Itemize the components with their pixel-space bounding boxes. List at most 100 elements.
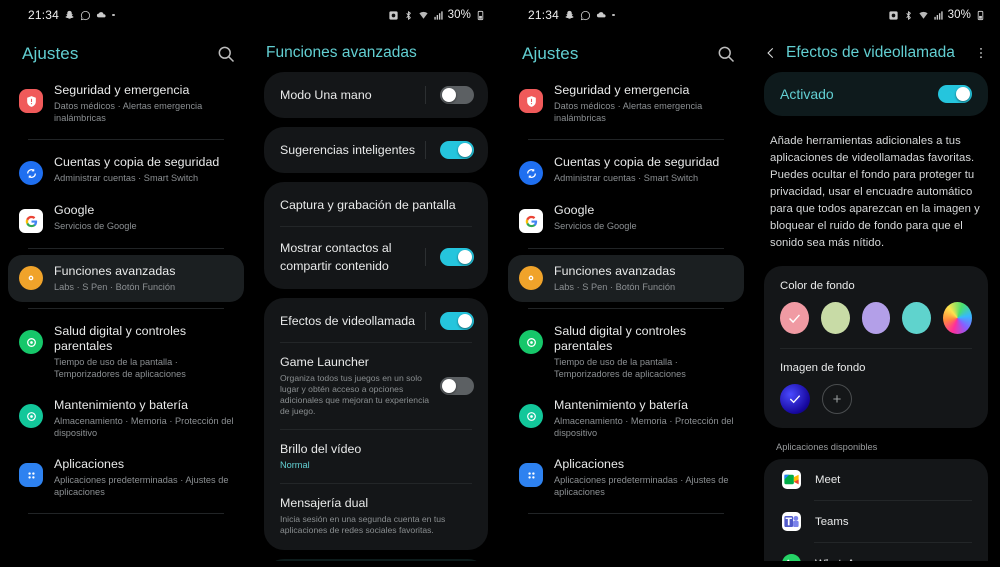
sidebar-item-title: Cuentas y copia de seguridad	[54, 155, 220, 169]
google-icon	[19, 209, 43, 233]
swatch-pink[interactable]	[780, 302, 809, 334]
card-smart-suggestions: Sugerencias inteligentes	[264, 127, 488, 173]
sidebar-item-subtitle: Administrar cuentas · Smart Switch	[554, 173, 699, 183]
toggle-separator	[425, 141, 426, 159]
list-divider	[528, 308, 724, 309]
sync-icon	[519, 161, 543, 185]
status-bar-clock: 21:34	[528, 8, 560, 22]
search-icon[interactable]	[716, 44, 736, 64]
sidebar-item-aplicaciones[interactable]: Aplicaciones Aplicaciones predeterminada…	[508, 448, 744, 507]
row-mostrar-contactos[interactable]: Mostrar contactos al compartir contenido	[264, 227, 488, 287]
sidebar-item-title: Cuentas y copia de seguridad	[554, 155, 720, 169]
snapchat-icon	[564, 10, 575, 21]
split-columns-right-phone: Ajustes Seguridad y emergencia Datos méd…	[500, 30, 1000, 567]
add-background-image-button[interactable]: +	[822, 384, 852, 414]
card-one-handed-mode: Modo Una mano	[264, 72, 488, 118]
sidebar-item-mantenimiento[interactable]: Mantenimiento y batería Almacenamiento ·…	[8, 389, 244, 448]
sidebar-item-title: Google	[54, 203, 95, 217]
row-title: Captura y grabación de pantalla	[280, 198, 456, 212]
sidebar-item-aplicaciones[interactable]: Aplicaciones Aplicaciones predeterminada…	[8, 448, 244, 507]
toggle-mostrar-contactos[interactable]	[440, 248, 474, 266]
swatch-purple[interactable]	[861, 302, 891, 334]
sidebar-item-subtitle: Datos médicos · Alertas emergencia inalá…	[554, 101, 703, 123]
master-toggle-card[interactable]: Activado	[764, 72, 988, 116]
app-row-teams[interactable]: Teams	[764, 501, 988, 542]
sidebar-item-title: Seguridad y emergencia	[554, 83, 690, 97]
sidebar-item-seguridad[interactable]: Seguridad y emergencia Datos médicos · A…	[8, 74, 244, 133]
row-subtitle: Inicia sesión en una segunda cuenta en t…	[280, 514, 446, 535]
bottom-clip	[500, 561, 1000, 567]
page-title: Ajustes	[22, 44, 79, 63]
app-row-meet[interactable]: Meet	[764, 459, 988, 500]
status-bar-right: 30%	[888, 9, 986, 21]
row-modo-una-mano[interactable]: Modo Una mano	[264, 74, 488, 116]
sidebar-item-salud-digital[interactable]: Salud digital y controles parentales Tie…	[508, 315, 744, 389]
app-name: Meet	[815, 473, 841, 486]
sidebar-item-salud-digital[interactable]: Salud digital y controles parentales Tie…	[8, 315, 244, 389]
swatch-gradient[interactable]	[943, 302, 972, 334]
list-divider	[28, 139, 224, 140]
row-title: Efectos de videollamada	[280, 314, 416, 328]
row-game-launcher[interactable]: Game Launcher Organiza todos tus juegos …	[264, 343, 488, 429]
sidebar-item-subtitle: Aplicaciones predeterminadas · Ajustes d…	[54, 475, 229, 497]
video-effects-header: Efectos de videollamada	[752, 38, 1000, 72]
app-name: Teams	[815, 515, 849, 528]
sync-icon	[19, 161, 43, 185]
bottom-clip	[0, 561, 500, 567]
sidebar-item-seguridad[interactable]: Seguridad y emergencia Datos médicos · A…	[508, 74, 744, 133]
whatsapp-icon	[80, 10, 91, 21]
sidebar-item-funciones-avanzadas[interactable]: Funciones avanzadas Labs · S Pen · Botón…	[508, 255, 744, 302]
swatch-teal[interactable]	[902, 302, 932, 334]
battery-icon	[975, 10, 986, 21]
row-captura-grabacion[interactable]: Captura y grabación de pantalla	[264, 184, 488, 226]
alarm-icon	[388, 10, 399, 21]
signal-icon	[933, 10, 944, 21]
search-icon[interactable]	[216, 44, 236, 64]
sidebar-item-google[interactable]: Google Servicios de Google	[8, 194, 244, 242]
toggle-game-launcher[interactable]	[440, 377, 474, 395]
sidebar-item-subtitle: Almacenamiento · Memoria · Protección de…	[54, 416, 234, 438]
sidebar-item-subtitle: Datos médicos · Alertas emergencia inalá…	[54, 101, 203, 123]
sidebar-item-funciones-avanzadas[interactable]: Funciones avanzadas Labs · S Pen · Botón…	[8, 255, 244, 302]
list-divider	[28, 513, 224, 514]
row-brillo-video[interactable]: Brillo del vídeo Normal	[264, 430, 488, 483]
available-apps-card: Meet Teams WhatsApp	[764, 459, 988, 567]
swatch-green[interactable]	[820, 302, 850, 334]
battery-icon	[475, 10, 486, 21]
sidebar-item-title: Google	[554, 203, 595, 217]
sidebar-item-title: Aplicaciones	[554, 457, 625, 471]
row-efectos-videollamada[interactable]: Efectos de videollamada	[264, 300, 488, 342]
sidebar-item-subtitle: Administrar cuentas · Smart Switch	[54, 173, 199, 183]
row-subtitle: Organiza todos tus juegos en un solo lug…	[280, 373, 430, 416]
toggle-separator	[425, 86, 426, 104]
sidebar-item-google[interactable]: Google Servicios de Google	[508, 194, 744, 242]
more-options-icon[interactable]	[974, 46, 988, 60]
list-divider	[528, 139, 724, 140]
settings-items: Seguridad y emergencia Datos médicos · A…	[500, 74, 752, 514]
sidebar-item-cuentas[interactable]: Cuentas y copia de seguridad Administrar…	[8, 146, 244, 194]
back-chevron-icon[interactable]	[764, 46, 778, 60]
microsoft-teams-icon	[782, 512, 801, 531]
row-sugerencias-inteligentes[interactable]: Sugerencias inteligentes	[264, 129, 488, 171]
shield-alert-icon	[519, 89, 543, 113]
card-misc-features: Efectos de videollamada Game Launcher Or…	[264, 298, 488, 550]
row-mensajeria-dual[interactable]: Mensajería dual Inicia sesión en una seg…	[264, 484, 488, 548]
background-image-thumb[interactable]	[780, 384, 810, 414]
google-icon	[519, 209, 543, 233]
sidebar-item-mantenimiento[interactable]: Mantenimiento y batería Almacenamiento ·…	[508, 389, 744, 448]
toggle-efectos-videollamada[interactable]	[440, 312, 474, 330]
battery-care-icon	[519, 404, 543, 428]
wifi-icon	[418, 10, 429, 21]
sidebar-item-subtitle: Aplicaciones predeterminadas · Ajustes d…	[554, 475, 729, 497]
toggle-modo-una-mano[interactable]	[440, 86, 474, 104]
row-title: Brillo del vídeo	[280, 442, 362, 456]
toggle-activado[interactable]	[938, 85, 972, 103]
row-value: Normal	[280, 460, 310, 470]
sidebar-item-cuentas[interactable]: Cuentas y copia de seguridad Administrar…	[508, 146, 744, 194]
wifi-icon	[918, 10, 929, 21]
background-settings-card: Color de fondo Imagen de fondo +	[764, 266, 988, 428]
sidebar-item-subtitle: Tiempo de uso de la pantalla · Temporiza…	[54, 357, 186, 379]
advanced-features-panel: Funciones avanzadas Modo Una mano Sugere…	[252, 30, 500, 567]
sidebar-item-subtitle: Servicios de Google	[554, 221, 637, 231]
toggle-sugerencias-inteligentes[interactable]	[440, 141, 474, 159]
